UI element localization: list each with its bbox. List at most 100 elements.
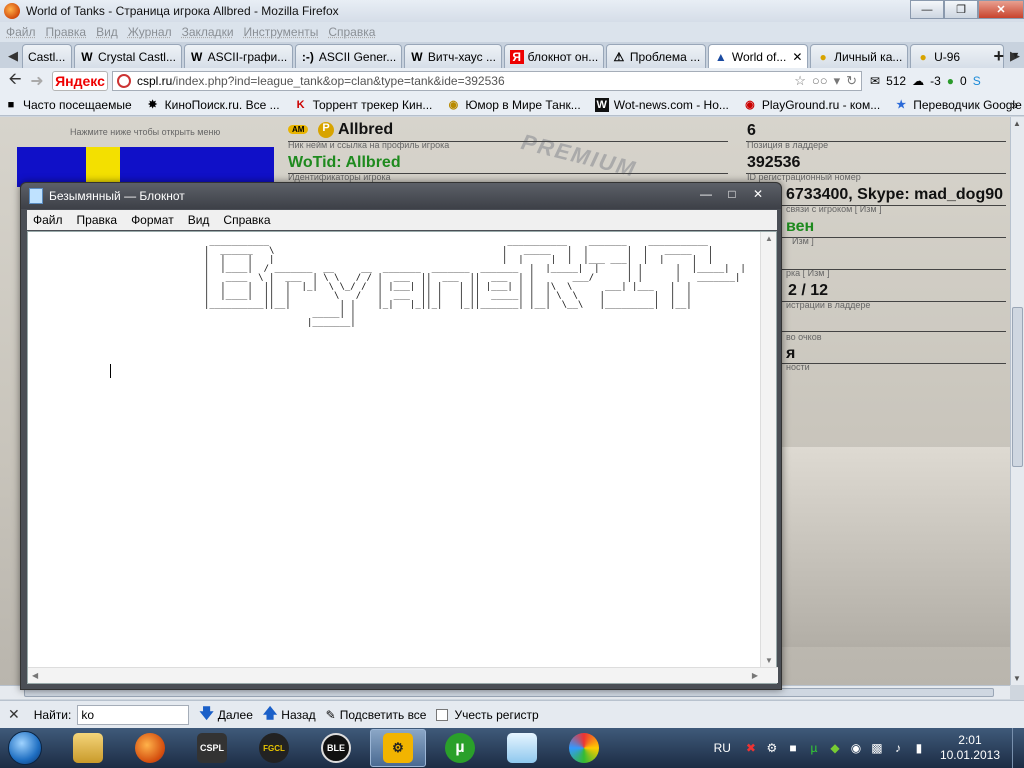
tray-window-icon[interactable]: ▩ bbox=[869, 740, 885, 756]
tab-scroll-left-icon[interactable]: ◀ bbox=[4, 44, 22, 68]
bookmark-kinozal[interactable]: K Торрент трекер Кин... bbox=[294, 98, 433, 112]
taskbar-utorrent[interactable]: µ bbox=[432, 729, 488, 767]
tray-hardware-icon[interactable]: ■ bbox=[785, 740, 801, 756]
bookmark-star-icon[interactable]: ☆ bbox=[794, 73, 806, 89]
notepad-window-controls: — □ ✕ bbox=[693, 185, 771, 202]
reload-icon[interactable]: ↻ bbox=[846, 73, 857, 89]
contact-edit-link[interactable]: [ Изм ] bbox=[855, 204, 882, 214]
highlight-all-button[interactable]: ✎ Подсветить все bbox=[326, 708, 427, 722]
notepad-scroll-up-icon[interactable]: ▲ bbox=[765, 234, 773, 243]
checkbox-box bbox=[436, 708, 449, 721]
bookmark-tank-humor[interactable]: ◉ Юмор в Мире Танк... bbox=[446, 98, 581, 112]
tray-media-icon[interactable]: ◉ bbox=[848, 740, 864, 756]
taskbar-fgcl[interactable]: FGCL bbox=[246, 729, 302, 767]
find-next-button[interactable]: 🡇 Далее bbox=[199, 703, 253, 727]
player-nick-link[interactable]: Allbred bbox=[338, 121, 393, 139]
notepad-close-button[interactable]: ✕ bbox=[745, 185, 771, 202]
bookmark-wot-news[interactable]: W Wot-news.com - Но... bbox=[594, 97, 729, 112]
notepad-vertical-scrollbar[interactable]: ▲ ▼ bbox=[760, 232, 776, 667]
bookmark-most-visited[interactable]: ■ Часто посещаемые bbox=[4, 98, 132, 112]
tab-crystal-castles[interactable]: W Crystal Castl... bbox=[73, 44, 182, 68]
menu-view[interactable]: Вид bbox=[96, 25, 118, 39]
findbar-close-icon[interactable]: ✕ bbox=[8, 706, 20, 723]
notepad-horizontal-scrollbar[interactable]: ◀ ▶ bbox=[28, 667, 778, 683]
start-button[interactable] bbox=[0, 728, 50, 768]
notepad-title-bar[interactable]: Безымянный — Блокнот — □ ✕ bbox=[21, 183, 781, 209]
yandex-button[interactable]: Яндекс bbox=[52, 71, 108, 91]
find-input[interactable] bbox=[77, 704, 190, 725]
scroll-down-icon[interactable]: ▼ bbox=[1013, 674, 1021, 683]
notepad-text-area[interactable]: ___________ ___________ _______ ________… bbox=[27, 231, 778, 684]
taskbar-steam[interactable]: ⚙ bbox=[370, 729, 426, 767]
bookmark-playground[interactable]: ◉ PlayGround.ru - ком... bbox=[743, 98, 880, 112]
tray-utorrent-icon[interactable]: µ bbox=[806, 740, 822, 756]
menu-bookmarks[interactable]: Закладки bbox=[182, 25, 234, 39]
status-edit-link[interactable]: Изм ] bbox=[792, 236, 814, 246]
menu-file[interactable]: Файл bbox=[6, 25, 36, 39]
menu-tools[interactable]: Инструменты bbox=[244, 25, 319, 39]
highlight-label: Подсветить все bbox=[339, 707, 427, 722]
menu-history[interactable]: Журнал bbox=[128, 25, 172, 39]
back-button[interactable]: 🡨 bbox=[4, 70, 26, 92]
tab-witch-house[interactable]: W Витч-хаус ... bbox=[403, 44, 502, 68]
taskbar-explorer[interactable] bbox=[60, 729, 116, 767]
url-bar[interactable]: cspl.ru /index.php?ind=league_tank&op=cl… bbox=[112, 71, 862, 91]
notepad-scroll-left-icon[interactable]: ◀ bbox=[32, 671, 38, 680]
notepad-scroll-down-icon[interactable]: ▼ bbox=[765, 656, 773, 665]
notepad-menu-help[interactable]: Справка bbox=[223, 213, 270, 227]
tab-u96[interactable]: ● U-96 bbox=[910, 44, 1005, 68]
taskbar-ble[interactable]: BLE bbox=[308, 729, 364, 767]
taskbar-paint[interactable] bbox=[556, 729, 612, 767]
tray-steam-icon[interactable]: ⚙ bbox=[764, 740, 780, 756]
new-tab-button[interactable]: + bbox=[993, 46, 1004, 67]
bookmarks-overflow-icon[interactable]: » bbox=[1011, 98, 1018, 112]
tab-notepad-online[interactable]: Яблокнот он... bbox=[503, 44, 604, 68]
bookmark-google-translate[interactable]: ★ Переводчик Google bbox=[894, 98, 1021, 112]
page-vertical-scrollbar[interactable]: ▲ ▼ bbox=[1010, 117, 1024, 685]
close-button[interactable]: ✕ bbox=[978, 0, 1024, 19]
tray-clock[interactable]: 2:01 10.01.2013 bbox=[940, 733, 1000, 763]
menu-edit[interactable]: Правка bbox=[46, 25, 87, 39]
language-indicator[interactable]: RU bbox=[714, 741, 731, 755]
minimize-button[interactable]: — bbox=[910, 0, 944, 19]
tab-close-icon[interactable]: ✕ bbox=[792, 50, 802, 64]
tab-personal-account[interactable]: ● Личный ка... bbox=[810, 44, 909, 68]
notepad-menu-format[interactable]: Формат bbox=[131, 213, 174, 227]
tab-list-icon[interactable]: ▼ bbox=[1011, 50, 1020, 60]
scrollbar-thumb[interactable] bbox=[1012, 307, 1023, 467]
tray-network-icon[interactable]: ▮ bbox=[911, 740, 927, 756]
match-case-checkbox[interactable]: Учесть регистр bbox=[436, 708, 539, 722]
taskbar-firefox[interactable] bbox=[122, 729, 178, 767]
skype-icon[interactable]: S bbox=[973, 74, 981, 88]
notepad-menu-edit[interactable]: Правка bbox=[77, 213, 118, 227]
glasses-icon[interactable]: ○○ bbox=[812, 73, 828, 89]
weather-icon[interactable]: ☁ bbox=[912, 74, 924, 88]
forward-button[interactable]: ➜ bbox=[26, 70, 48, 92]
taskbar-notepad[interactable] bbox=[494, 729, 550, 767]
tray-flag-icon[interactable]: ✖ bbox=[743, 740, 759, 756]
show-desktop-button[interactable] bbox=[1012, 728, 1024, 768]
site-identity-icon[interactable] bbox=[117, 74, 131, 88]
counter-icon[interactable]: ● bbox=[947, 74, 954, 88]
dropdown-icon[interactable]: ▾ bbox=[834, 73, 841, 89]
tray-nvidia-icon[interactable]: ◆ bbox=[827, 740, 843, 756]
notepad-scroll-right-icon[interactable]: ▶ bbox=[752, 671, 758, 680]
scroll-up-icon[interactable]: ▲ bbox=[1013, 119, 1021, 128]
tab-ascii-generator[interactable]: :-) ASCII Gener... bbox=[294, 44, 402, 68]
taskbar-cspl[interactable]: CSPL bbox=[184, 729, 240, 767]
status-value: вен bbox=[786, 218, 815, 235]
tab-castle[interactable]: Castl... bbox=[21, 44, 72, 68]
bookmark-kinopoisk[interactable]: ✸ КиноПоиск.ru. Все ... bbox=[146, 98, 280, 112]
mail-icon[interactable]: ✉ bbox=[870, 74, 880, 88]
find-prev-button[interactable]: 🡅 Назад bbox=[263, 703, 316, 727]
notepad-minimize-button[interactable]: — bbox=[693, 185, 719, 202]
tab-problem[interactable]: ⚠ Проблема ... bbox=[605, 44, 706, 68]
menu-help[interactable]: Справка bbox=[328, 25, 375, 39]
tab-world-of-tanks[interactable]: ▲ World of... ✕ bbox=[707, 44, 809, 68]
notepad-menu-file[interactable]: Файл bbox=[33, 213, 63, 227]
tab-ascii-graphics[interactable]: W ASCII-графи... bbox=[183, 44, 293, 68]
notepad-menu-view[interactable]: Вид bbox=[188, 213, 210, 227]
notepad-maximize-button[interactable]: □ bbox=[719, 185, 745, 202]
tray-volume-icon[interactable]: ♪ bbox=[890, 740, 906, 756]
restore-button[interactable]: ❐ bbox=[944, 0, 978, 19]
